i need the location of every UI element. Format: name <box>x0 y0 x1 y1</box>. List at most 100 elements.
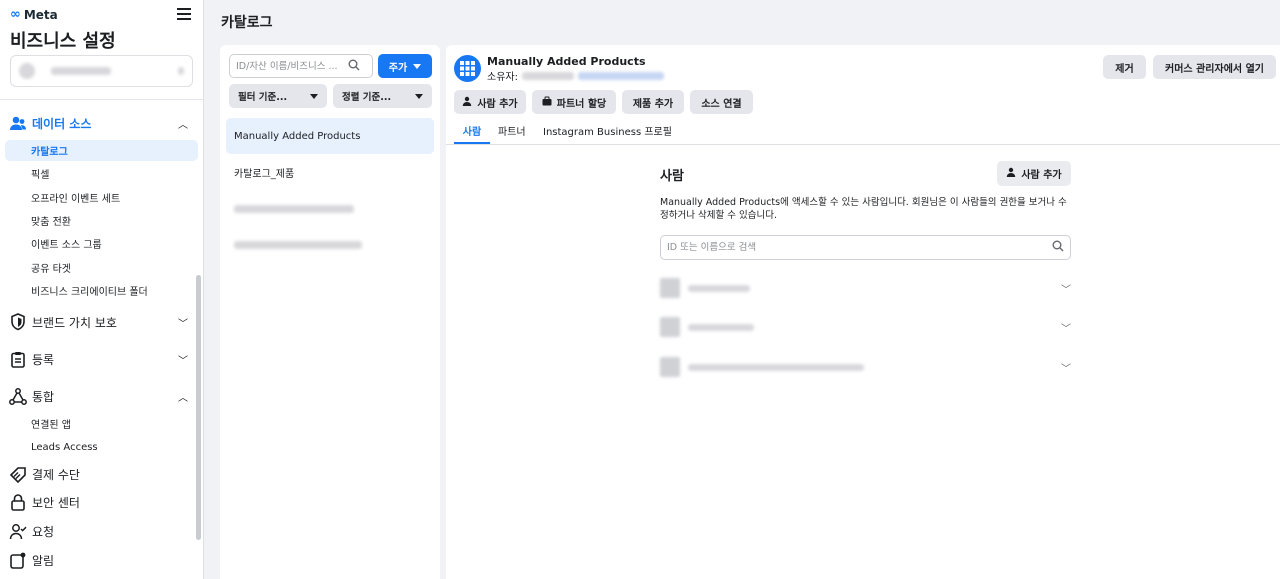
sidebar-item-event-source-groups[interactable]: 이벤트 소스 그룹 <box>5 233 198 254</box>
catalog-search-input[interactable] <box>236 60 348 72</box>
catalog-name-redacted <box>234 205 354 213</box>
brand-name: Meta <box>23 7 58 22</box>
sidebar-item-offline-event-sets[interactable]: 오프라인 이벤트 세트 <box>5 187 198 208</box>
person-icon <box>462 96 472 109</box>
catalog-grid-icon <box>454 55 481 82</box>
tag-icon <box>9 465 27 483</box>
connect-sources-button[interactable]: 소스 연결 <box>690 90 753 114</box>
nav-group-label: 통합 <box>32 389 55 404</box>
chevron-down-icon[interactable]: ﹀ <box>1061 320 1071 335</box>
nav-group-payment-methods[interactable]: 결제 수단 <box>9 463 189 485</box>
person-row[interactable]: ﹀ <box>660 355 1071 379</box>
sidebar-item-leads-access[interactable]: Leads Access <box>5 437 198 458</box>
sidebar-item-pixel[interactable]: 픽셀 <box>5 163 198 184</box>
people-search[interactable] <box>660 235 1071 260</box>
divider <box>446 144 1280 145</box>
catalog-detail-panel: Manually Added Products 소유자: 제거 커머스 관리자에… <box>446 45 1280 579</box>
remove-button[interactable]: 제거 <box>1103 55 1146 79</box>
owner-label: 소유자: <box>487 72 518 83</box>
avatar <box>660 317 680 337</box>
chevron-down-icon[interactable]: ﹀ <box>1061 281 1071 296</box>
meta-infinity-icon: ∞ <box>10 7 21 22</box>
sort-dropdown[interactable]: 정렬 기준... <box>333 84 432 108</box>
catalog-name-redacted <box>234 241 362 249</box>
add-button[interactable]: 주가 <box>378 54 432 78</box>
shield-icon <box>9 313 27 331</box>
nav-group-label: 브랜드 가치 보호 <box>32 315 117 330</box>
person-check-icon <box>9 522 27 540</box>
search-icon <box>348 59 360 74</box>
nav-group-integrations[interactable]: 통합 ︿ <box>9 385 189 407</box>
business-account-selector[interactable] <box>10 55 193 87</box>
assign-partner-button[interactable]: 파트너 할당 <box>532 90 616 114</box>
catalog-item-redacted[interactable] <box>226 227 434 263</box>
catalog-search[interactable] <box>229 54 373 78</box>
person-name-redacted <box>688 363 864 371</box>
catalog-item-redacted[interactable] <box>226 191 434 227</box>
filter-label: 필터 기준... <box>238 92 288 103</box>
sidebar-item-creative-folders[interactable]: 비즈니스 크리에이티브 폴더 <box>5 280 198 301</box>
chevron-up-icon: ︿ <box>178 392 188 404</box>
catalog-item-catalog-products[interactable]: 카탈로그_제품 <box>226 154 434 190</box>
sidebar-scrollbar[interactable] <box>196 275 201 540</box>
account-name-redacted <box>51 67 111 75</box>
people-add-label: 사람 추가 <box>1021 170 1062 181</box>
lock-icon <box>9 493 27 511</box>
briefcase-icon <box>542 96 552 109</box>
nav-group-label: 보안 센터 <box>32 495 80 510</box>
person-icon <box>1006 167 1016 180</box>
people-icon <box>9 114 27 132</box>
chevron-down-icon[interactable]: ﹀ <box>1061 360 1071 375</box>
add-people-button[interactable]: 사람 추가 <box>454 90 526 114</box>
person-row[interactable]: ﹀ <box>660 276 1071 300</box>
sidebar-item-catalog[interactable]: 카탈로그 <box>5 140 198 161</box>
avatar <box>660 357 680 377</box>
add-button-label: 주가 <box>388 62 408 74</box>
nav-group-data-sources[interactable]: 데이터 소스 ︿ <box>9 112 189 134</box>
tab-partners[interactable]: 파트너 <box>498 123 526 145</box>
catalog-item-manually-added-products[interactable]: Manually Added Products <box>226 118 434 154</box>
meta-logo[interactable]: ∞ Meta <box>10 7 58 22</box>
chevron-down-icon <box>413 63 422 69</box>
chevron-up-icon: ︿ <box>178 119 188 131</box>
chevron-down-icon: ﹀ <box>178 318 188 330</box>
person-name-redacted <box>688 284 750 292</box>
sidebar: ∞ Meta 비즈니스 설정 데이터 소스 ︿ 카탈로그 픽셀 오프라인 이벤트… <box>0 0 204 579</box>
filter-dropdown[interactable]: 필터 기준... <box>229 84 327 108</box>
divider <box>0 99 204 100</box>
nodes-icon <box>9 387 27 405</box>
people-description: Manually Added Products에 액세스할 수 있는 사람입니다… <box>660 197 1067 221</box>
people-add-button[interactable]: 사람 추가 <box>997 161 1071 186</box>
sidebar-item-shared-audiences[interactable]: 공유 타겟 <box>5 257 198 278</box>
nav-group-label: 결제 수단 <box>32 467 80 482</box>
owner-name-redacted <box>521 71 574 80</box>
sidebar-item-connected-apps[interactable]: 연결된 앱 <box>5 413 198 434</box>
nav-group-label: 알림 <box>32 553 55 568</box>
menu-icon[interactable] <box>177 8 191 20</box>
search-icon <box>1052 240 1064 255</box>
nav-group-registrations[interactable]: 등록 ﹀ <box>9 348 189 370</box>
chevron-down-icon: ﹀ <box>178 355 188 367</box>
sidebar-item-custom-conversions[interactable]: 맞춤 전환 <box>5 210 198 231</box>
person-name-redacted <box>688 323 754 331</box>
nav-group-notifications[interactable]: 알림 <box>9 549 189 571</box>
person-row[interactable]: ﹀ <box>660 315 1071 339</box>
people-search-input[interactable] <box>667 242 1052 253</box>
clipboard-icon <box>9 350 27 368</box>
add-products-button[interactable]: 제품 추가 <box>622 90 684 114</box>
page-heading: 비즈니스 설정 <box>10 31 116 52</box>
nav-group-brand-safety[interactable]: 브랜드 가치 보호 ﹀ <box>9 311 189 333</box>
avatar <box>660 278 680 298</box>
catalog-owner: 소유자: <box>487 68 664 83</box>
nav-group-label: 요청 <box>32 524 55 539</box>
open-commerce-manager-button[interactable]: 커머스 관리자에서 열기 <box>1153 55 1276 79</box>
assign-partner-label: 파트너 할당 <box>556 98 607 110</box>
notification-icon <box>9 551 27 569</box>
nav-group-requests[interactable]: 요청 <box>9 520 189 542</box>
owner-id-redacted <box>577 71 664 80</box>
catalog-list-panel: 주가 필터 기준... 정렬 기준... Manually Added Prod… <box>220 45 440 579</box>
tab-people[interactable]: 사람 <box>454 123 490 145</box>
tab-instagram-profiles[interactable]: Instagram Business 프로필 <box>543 123 672 145</box>
nav-group-security-center[interactable]: 보안 센터 <box>9 491 189 513</box>
chevron-down-icon <box>415 93 423 99</box>
